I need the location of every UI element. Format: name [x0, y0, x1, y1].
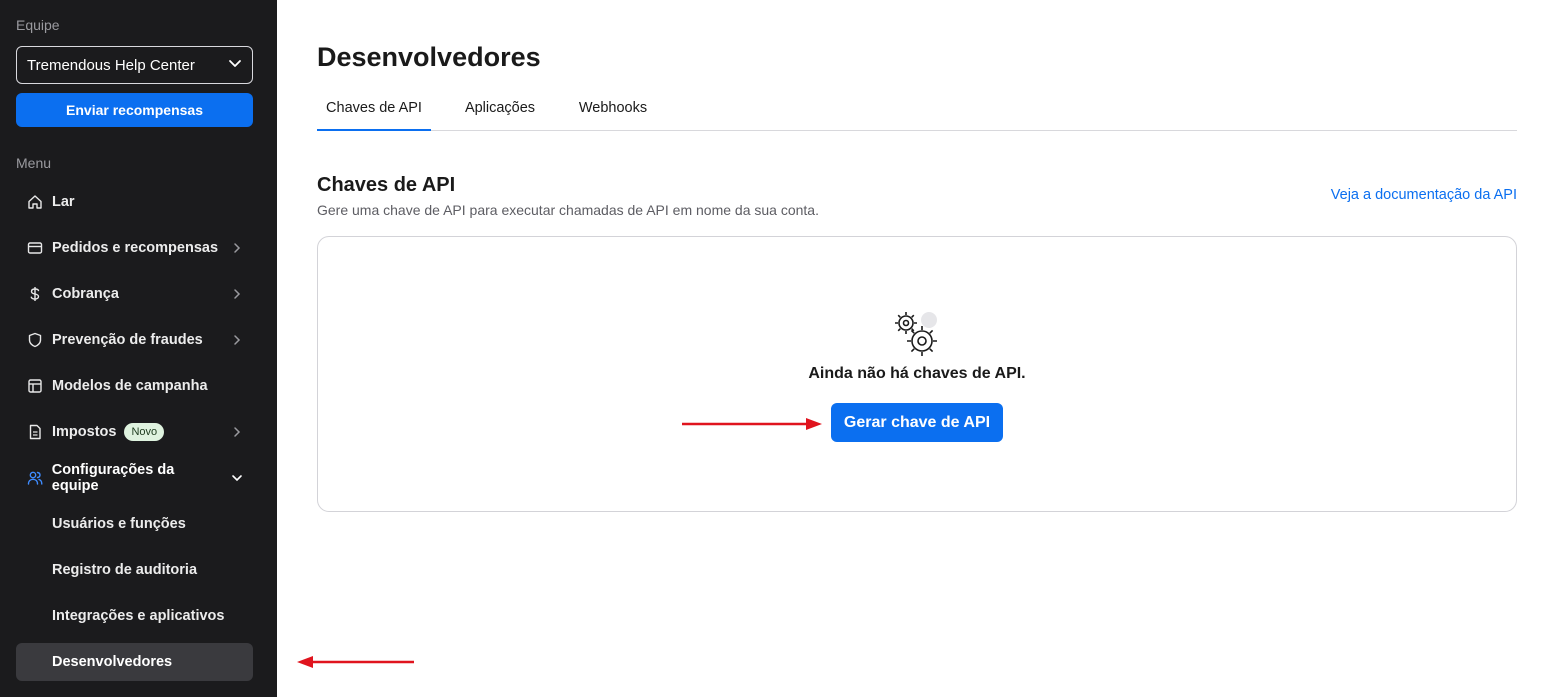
- annotation-arrow-right: [682, 418, 822, 430]
- sidebar-item-team-settings[interactable]: Configurações da equipe: [16, 459, 253, 497]
- sidebar-subitem-integrations[interactable]: Integrações e aplicativos: [16, 597, 253, 635]
- sidebar-item-label: Pedidos e recompensas: [52, 240, 219, 256]
- chevron-right-icon: [231, 288, 243, 300]
- new-badge: Novo: [124, 423, 165, 441]
- sidebar-item-templates[interactable]: Modelos de campanha: [16, 367, 253, 405]
- empty-state-text: Ainda não há chaves de API.: [808, 365, 1026, 382]
- layout-icon: [26, 377, 44, 395]
- sidebar-item-label: Integrações e aplicativos: [52, 608, 225, 624]
- shield-icon: [26, 331, 44, 349]
- sidebar-item-label: Modelos de campanha: [52, 378, 208, 394]
- generate-api-key-button[interactable]: Gerar chave de API: [831, 403, 1003, 442]
- team-select-value: Tremendous Help Center: [27, 56, 195, 74]
- sidebar-item-label: Cobrança: [52, 286, 119, 302]
- team-select[interactable]: Tremendous Help Center: [16, 46, 253, 84]
- api-docs-link[interactable]: Veja a documentação da API: [1331, 187, 1517, 203]
- sidebar-item-fraud[interactable]: Prevenção de fraudes: [16, 321, 253, 359]
- tab-api-keys[interactable]: Chaves de API: [317, 100, 431, 131]
- chevron-right-icon: [231, 334, 243, 346]
- sidebar-subitem-audit-log[interactable]: Registro de auditoria: [16, 551, 253, 589]
- section-title: Chaves de API: [317, 174, 456, 196]
- sidebar-item-label: Lar: [52, 194, 75, 210]
- menu-label: Menu: [16, 155, 52, 171]
- users-icon: [26, 469, 44, 487]
- tab-applications[interactable]: Aplicações: [455, 100, 545, 129]
- sidebar-item-taxes[interactable]: Impostos Novo: [16, 413, 253, 451]
- send-rewards-button[interactable]: Enviar recompensas: [16, 93, 253, 127]
- sidebar-item-label: Impostos: [52, 424, 117, 440]
- tab-webhooks[interactable]: Webhooks: [571, 100, 655, 129]
- sidebar-item-home[interactable]: Lar: [16, 183, 253, 221]
- chevron-right-icon: [231, 426, 243, 438]
- dollar-icon: [26, 285, 44, 303]
- gears-icon: [892, 309, 944, 361]
- sidebar-item-billing[interactable]: Cobrança: [16, 275, 253, 313]
- chevron-down-icon: [231, 472, 243, 484]
- tab-bar: Chaves de API Aplicações Webhooks: [317, 100, 1517, 131]
- tab-label: Webhooks: [578, 100, 648, 116]
- main-content: Desenvolvedores Chaves de API Aplicações…: [277, 0, 1547, 697]
- sidebar-subitem-developers[interactable]: Desenvolvedores: [16, 643, 253, 681]
- sidebar: Equipe Tremendous Help Center Enviar rec…: [0, 0, 277, 697]
- sidebar-item-label: Prevenção de fraudes: [52, 332, 203, 348]
- sidebar-item-orders[interactable]: Pedidos e recompensas: [16, 229, 253, 267]
- sidebar-item-label: Configurações da equipe: [51, 462, 175, 494]
- sidebar-item-label: Registro de auditoria: [52, 562, 198, 578]
- section-subtitle: Gere uma chave de API para executar cham…: [317, 202, 819, 218]
- sidebar-item-label: Desenvolvedores: [52, 654, 173, 670]
- page-title: Desenvolvedores: [317, 42, 541, 72]
- team-label: Equipe: [16, 17, 60, 33]
- chevron-down-icon: [228, 56, 242, 74]
- tab-label: Chaves de API: [326, 100, 422, 116]
- tab-label: Aplicações: [464, 100, 536, 116]
- document-icon: [26, 423, 44, 441]
- chevron-right-icon: [231, 242, 243, 254]
- empty-state-card: Ainda não há chaves de API. Gerar chave …: [317, 236, 1517, 512]
- annotation-arrow-left: [297, 656, 414, 668]
- card-icon: [26, 239, 44, 257]
- sidebar-subitem-users-roles[interactable]: Usuários e funções: [16, 505, 253, 543]
- sidebar-item-label: Usuários e funções: [52, 516, 186, 532]
- home-icon: [26, 193, 44, 211]
